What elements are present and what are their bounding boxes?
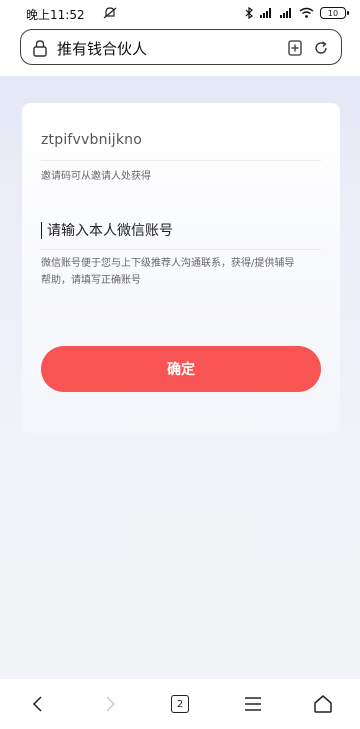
menu-icon bbox=[245, 697, 261, 711]
forward-button[interactable] bbox=[97, 691, 123, 717]
back-icon bbox=[32, 696, 42, 712]
forward-icon bbox=[106, 696, 116, 712]
home-button[interactable] bbox=[310, 691, 336, 717]
lock-icon bbox=[33, 40, 47, 57]
text-caret bbox=[41, 222, 43, 239]
bottom-nav: 2 bbox=[0, 679, 360, 729]
address-bar[interactable]: 推有钱合伙人 bbox=[20, 29, 342, 65]
browser-toolbar: 推有钱合伙人 bbox=[0, 26, 360, 76]
bookmark-add-icon[interactable] bbox=[287, 39, 303, 57]
back-button[interactable] bbox=[25, 691, 51, 717]
wifi-icon bbox=[299, 7, 314, 18]
invite-code-field[interactable]: ztpifvvbnijkno bbox=[41, 132, 142, 148]
status-bar: 晚上11:52 10 bbox=[0, 0, 360, 26]
signal-icon bbox=[260, 8, 271, 18]
confirm-button[interactable]: 确定 bbox=[41, 346, 321, 392]
bluetooth-icon bbox=[245, 7, 253, 19]
tabs-icon: 2 bbox=[171, 695, 189, 713]
invite-code-hint: 邀请码可从邀请人处获得 bbox=[41, 171, 151, 182]
mute-icon bbox=[103, 7, 117, 19]
page-content: ztpifvvbnijkno 邀请码可从邀请人处获得 微信账号便于您与上下级推荐… bbox=[0, 76, 360, 679]
menu-button[interactable] bbox=[240, 691, 266, 717]
home-icon bbox=[314, 695, 332, 713]
battery-icon: 10 bbox=[320, 7, 349, 19]
wechat-account-input[interactable] bbox=[47, 220, 317, 242]
status-time: 晚上11:52 bbox=[26, 8, 85, 22]
status-icons: 10 bbox=[245, 5, 349, 21]
divider bbox=[41, 160, 321, 161]
divider bbox=[41, 249, 321, 250]
signal-icon bbox=[280, 8, 291, 18]
wechat-account-hint: 微信账号便于您与上下级推荐人沟通联系，获得/提供辅导帮助，请填写正确账号 bbox=[41, 258, 295, 286]
tabs-button[interactable]: 2 bbox=[167, 691, 193, 717]
form-card: ztpifvvbnijkno 邀请码可从邀请人处获得 微信账号便于您与上下级推荐… bbox=[22, 103, 340, 433]
refresh-icon[interactable] bbox=[312, 39, 330, 57]
page-title: 推有钱合伙人 bbox=[57, 40, 148, 58]
